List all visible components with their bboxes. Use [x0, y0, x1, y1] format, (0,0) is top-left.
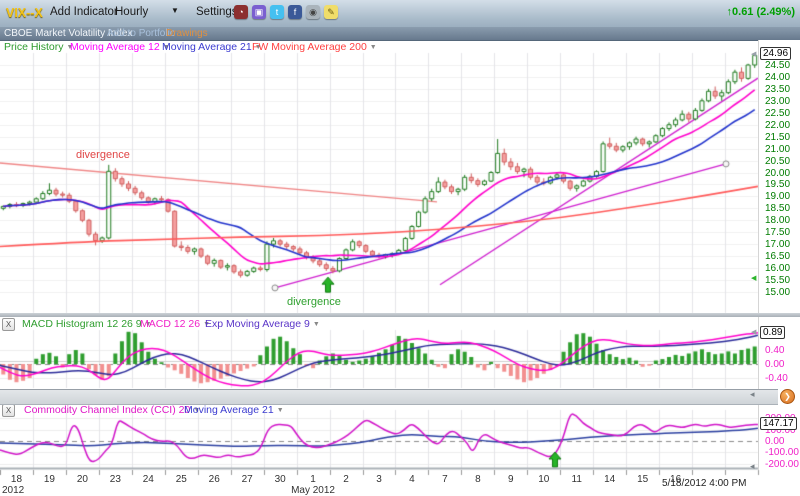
x-axis-day-label: 10 [538, 474, 549, 485]
price-axis-label: 18.50 [765, 203, 790, 214]
scroll-to-end-button[interactable]: ❯ [780, 389, 795, 404]
x-axis-day-label: 27 [242, 474, 253, 485]
indicator-dropdown-price-history[interactable]: Price History▼ [4, 41, 73, 53]
x-axis-day-label: 1 [310, 474, 316, 485]
macd-panel-header: X MACD Histogram 12 26 9▼MACD 12 26▼Exp … [0, 318, 758, 330]
price-panel-header: Price History▼Moving Average 12▼Moving A… [0, 41, 758, 53]
chevron-down-icon: ▼ [370, 44, 377, 51]
price-axis-label: 24.00 [765, 72, 790, 83]
indicator-dropdown-fw-moving-average-200[interactable]: FW Moving Average 200▼ [252, 41, 377, 53]
price-axis-label: 15.00 [765, 287, 790, 298]
settings-button[interactable]: Settings [196, 6, 238, 18]
price-axis-label: 22.50 [765, 108, 790, 119]
cci-axis-label: 0.00 [765, 436, 784, 447]
change-value: 0.61 (2.49%) [732, 6, 795, 18]
x-axis-day-label: 26 [209, 474, 220, 485]
macd-axis-label: -0.40 [765, 373, 788, 384]
x-axis-day-label: 3 [376, 474, 382, 485]
x-axis-day-label: 8 [475, 474, 481, 485]
facebook-icon[interactable]: f [288, 5, 302, 19]
alerts-icon[interactable]: ◔ [234, 5, 248, 19]
macd-axis-label: 0.40 [765, 345, 784, 356]
change-badge: ↑0.61 (2.49%) [727, 6, 795, 18]
divergence-label-lower: divergence [287, 296, 341, 308]
x-axis-day-label: 14 [604, 474, 615, 485]
price-axis-label: 19.50 [765, 179, 790, 190]
symbol-label[interactable]: VIX--X [6, 6, 43, 20]
twitter-icon[interactable]: t [270, 5, 284, 19]
add-indicator-button[interactable]: Add Indicator [50, 6, 118, 18]
alert-marker-icon: ◀ [751, 274, 756, 282]
cci-panel-header: X Commodity Channel Index (CCI) 20▼Movin… [0, 404, 758, 416]
scroll-left-icon[interactable]: ◂ [750, 389, 755, 400]
price-axis-label: 22.00 [765, 120, 790, 131]
price-axis-label: 16.50 [765, 251, 790, 262]
price-axis-label: 18.00 [765, 215, 790, 226]
indicator-dropdown-moving-average-12[interactable]: Moving Average 12▼ [70, 41, 170, 53]
chevron-down-icon: ▼ [277, 407, 284, 414]
price-axis-label: 20.50 [765, 156, 790, 167]
x-axis-day-label: 16 [670, 474, 681, 485]
charting-app: VIX--X Add Indicator Hourly ▼ Settings ◔… [0, 0, 800, 496]
price-axis-label: 16.00 [765, 263, 790, 274]
interval-dropdown[interactable]: Hourly [115, 6, 148, 18]
right-axis-column: 24.5024.0023.5023.0022.5022.0021.5021.00… [758, 40, 800, 470]
toolbar-icons: ◔ ▣ tf ◉ ✎ [234, 5, 338, 19]
month-label: May 2012 [291, 485, 335, 496]
macd-close-button[interactable]: X [2, 318, 15, 331]
horizontal-scrollbar[interactable] [0, 389, 778, 405]
cci-axis-label: -100.00 [765, 447, 799, 458]
x-axis-day-label: 11 [572, 474, 582, 485]
price-axis-label: 23.50 [765, 84, 790, 95]
macd-last-box: 0.89 [760, 326, 785, 339]
indicator-dropdown-commodity-channel-index-cci-20[interactable]: Commodity Channel Index (CCI) 20▼ [24, 404, 200, 416]
macd-last-pointer-icon: ◀ [751, 328, 756, 336]
indicator-dropdown-moving-average-21[interactable]: Moving Average 21▼ [184, 404, 284, 416]
top-toolbar: VIX--X Add Indicator Hourly ▼ Settings ◔… [0, 0, 800, 28]
drawings-link[interactable]: Drawings [166, 28, 208, 39]
x-axis-day-label: 20 [77, 474, 88, 485]
indicator-dropdown-moving-average-21[interactable]: Moving Average 21▼ [162, 41, 262, 53]
indicator-dropdown-macd-12-26[interactable]: MACD 12 26▼ [140, 318, 210, 330]
price-axis-label: 23.00 [765, 96, 790, 107]
panel-separator [0, 313, 800, 317]
x-axis-day-label: 7 [442, 474, 448, 485]
notes-icon[interactable]: ✎ [324, 5, 338, 19]
indicator-dropdown-macd-histogram-12-26-9[interactable]: MACD Histogram 12 26 9▼ [22, 318, 152, 330]
year-label: 2012 [2, 485, 24, 496]
x-axis-day-label: 19 [44, 474, 55, 485]
price-axis-label: 20.00 [765, 168, 790, 179]
price-axis-label: 24.50 [765, 60, 790, 71]
chart-canvas[interactable] [0, 0, 800, 496]
x-axis-day-label: 30 [275, 474, 286, 485]
x-axis-day-label: 24 [143, 474, 154, 485]
camera-icon[interactable]: ◉ [306, 5, 320, 19]
price-axis-label: 21.00 [765, 144, 790, 155]
price-axis-label: 21.50 [765, 132, 790, 143]
last-price-pointer-icon: ◀ [751, 50, 756, 58]
x-axis-day-label: 23 [110, 474, 121, 485]
cci-last-box: 147.17 [760, 417, 797, 430]
x-axis-day-label: 18 [11, 474, 22, 485]
x-axis-day-label: 2 [343, 474, 349, 485]
scroll-left-icon-2[interactable]: ◂ [750, 461, 755, 472]
symbol-toolbar: CBOE Market Volatility Index Add to Port… [0, 27, 800, 41]
divergence-label-upper: divergence [76, 149, 130, 161]
x-axis-day-label: 25 [176, 474, 187, 485]
cci-axis-label: -200.00 [765, 459, 799, 470]
chevron-down-icon: ▼ [313, 321, 320, 328]
price-axis-label: 15.50 [765, 275, 790, 286]
last-price-box: 24.96 [760, 47, 791, 60]
chevron-down-icon[interactable]: ▼ [171, 6, 179, 15]
x-axis-day-label: 4 [409, 474, 415, 485]
macd-axis-label: 0.00 [765, 359, 784, 370]
cci-close-button[interactable]: X [2, 404, 15, 417]
cube-icon[interactable]: ▣ [252, 5, 266, 19]
price-axis-label: 17.50 [765, 227, 790, 238]
x-axis-day-label: 9 [508, 474, 514, 485]
price-axis-label: 19.00 [765, 191, 790, 202]
price-axis-label: 17.00 [765, 239, 790, 250]
indicator-dropdown-exp-moving-average-9[interactable]: Exp Moving Average 9▼ [205, 318, 320, 330]
x-axis-day-label: 15 [637, 474, 648, 485]
